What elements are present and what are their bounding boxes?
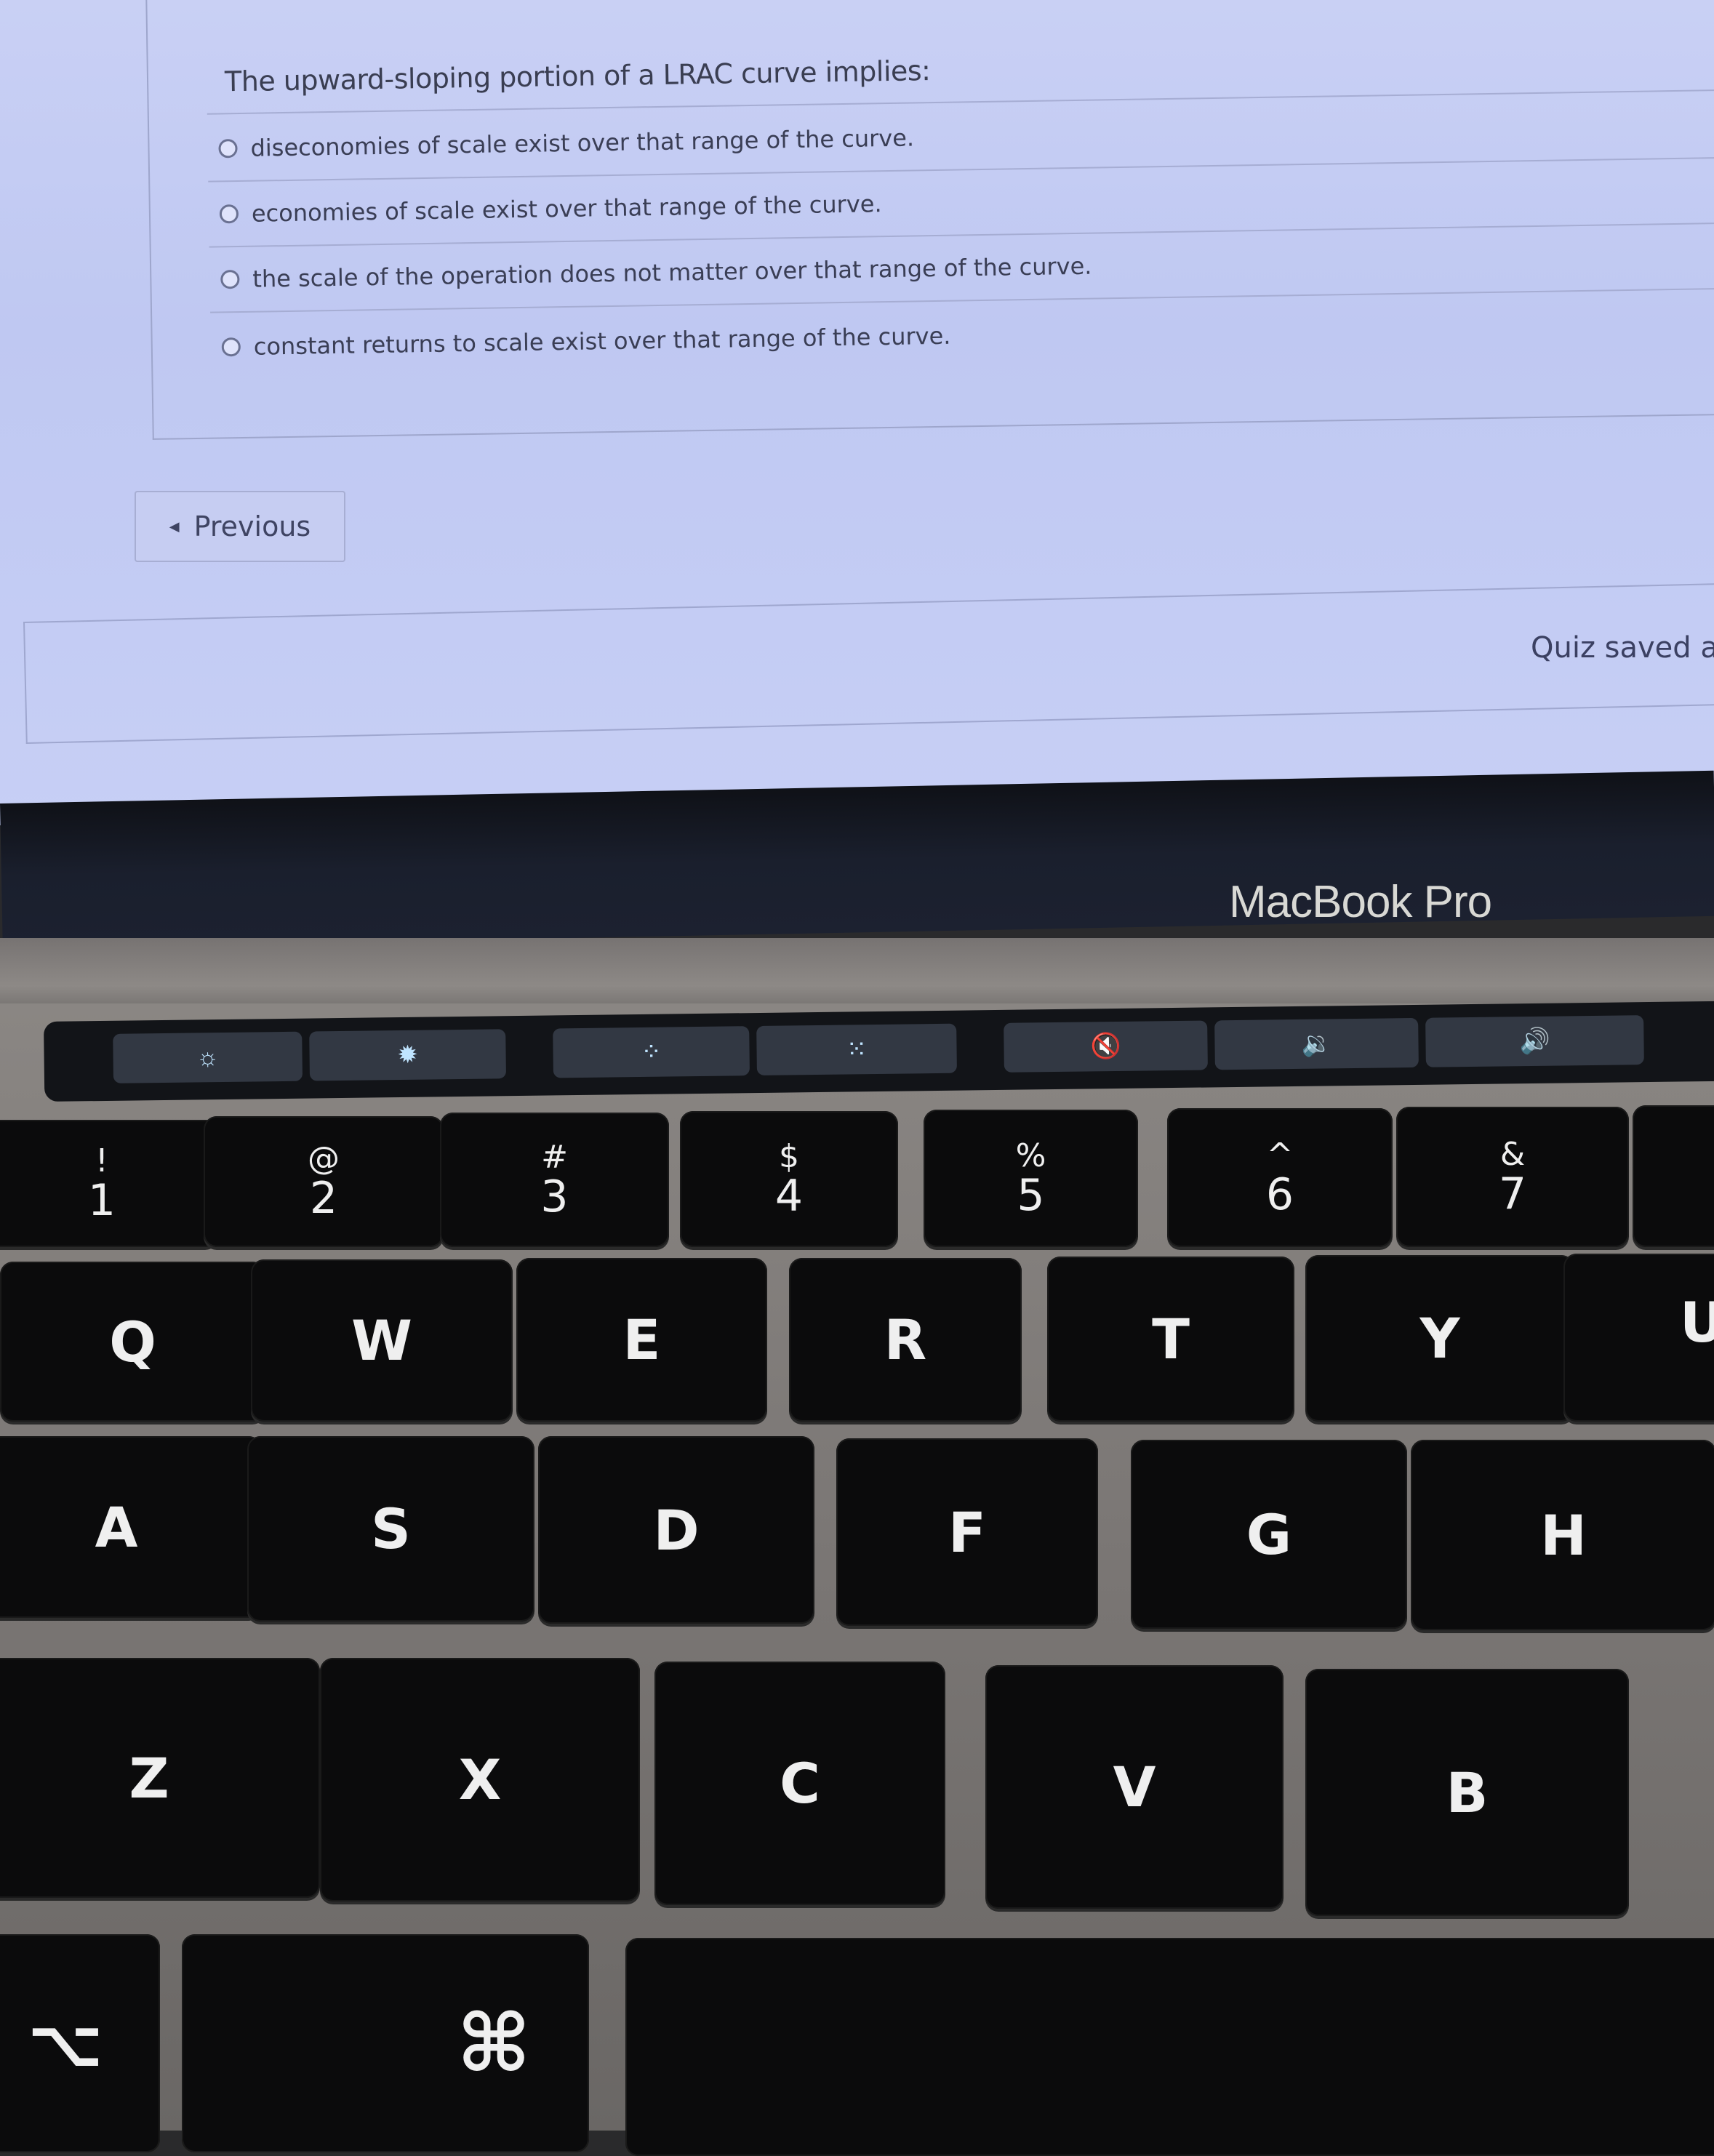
key-u[interactable]: U [1563,1254,1714,1422]
key-g[interactable]: G [1131,1440,1407,1629]
key-shift-symbol: ! [95,1142,108,1179]
answer-option-2[interactable]: economies of scale exist over that range… [219,190,882,228]
key-command[interactable]: ⌘ [182,1934,589,2152]
key-5[interactable]: % 5 [924,1110,1138,1247]
key-y[interactable]: Y [1305,1255,1574,1422]
key-z[interactable]: Z [0,1658,320,1898]
key-letter: W [351,1308,412,1373]
answer-option-4[interactable]: constant returns to scale exist over tha… [221,321,951,361]
key-7[interactable]: & 7 [1396,1107,1629,1247]
key-number: 2 [309,1173,338,1224]
command-icon: ⌘ [456,1997,531,2090]
key-r[interactable]: R [789,1258,1022,1422]
answer-option-label: diseconomies of scale exist over that ra… [250,124,915,162]
key-d[interactable]: D [538,1436,814,1624]
key-letter: H [1540,1502,1587,1568]
key-letter: U [1680,1290,1714,1355]
key-number: 5 [1017,1169,1045,1221]
key-x[interactable]: X [320,1658,640,1901]
key-letter: C [780,1751,820,1816]
key-8[interactable] [1633,1105,1714,1247]
key-space[interactable] [625,1938,1714,2156]
key-e[interactable]: E [516,1258,767,1422]
key-letter: D [653,1497,700,1563]
key-3[interactable]: #3 [440,1113,669,1247]
key-4[interactable]: $4 [680,1111,898,1247]
previous-button[interactable]: ◀ Previous [135,491,345,562]
key-letter: R [884,1307,927,1372]
key-letter: X [458,1747,502,1812]
keyboard-backlight-up-icon[interactable]: ⁙ [756,1023,957,1076]
previous-label: Previous [193,510,311,542]
option-icon: ⌥ [28,2005,103,2082]
volume-down-icon[interactable]: 🔉 [1214,1017,1419,1070]
key-q[interactable]: Q [0,1262,265,1422]
quiz-footer-bar [23,582,1714,744]
quiz-saved-status: Quiz saved a [1531,631,1714,665]
key-shift-symbol: % [1015,1137,1046,1174]
brightness-down-icon[interactable]: ☼ [113,1031,303,1083]
key-letter: E [622,1307,661,1372]
key-number: 6 [1265,1169,1294,1220]
key-f[interactable]: F [836,1438,1098,1626]
divider [210,287,1714,313]
key-number: 3 [540,1171,569,1222]
radio-button[interactable] [219,204,239,224]
key-s[interactable]: S [247,1436,534,1622]
key-t[interactable]: T [1047,1257,1294,1422]
key-letter: Q [109,1309,156,1374]
key-letter: V [1113,1755,1156,1819]
key-shift-symbol: ^ [1266,1136,1294,1174]
answer-option-3[interactable]: the scale of the operation does not matt… [220,252,1092,294]
key-h[interactable]: H [1411,1440,1714,1630]
key-shift-symbol: @ [308,1140,340,1177]
key-letter: B [1446,1760,1489,1825]
key-number: 4 [774,1170,804,1222]
divider [209,222,1714,248]
key-6[interactable]: ^ 6 [1167,1108,1393,1247]
divider [208,156,1714,183]
brightness-up-icon[interactable]: ✹ [309,1029,507,1081]
key-letter: Z [129,1745,169,1811]
key-1[interactable]: ! 1 [0,1120,218,1247]
key-number: 1 [87,1174,116,1226]
key-letter: T [1152,1307,1190,1371]
key-number: 7 [1498,1168,1527,1219]
key-shift-symbol: & [1499,1135,1526,1173]
key-option[interactable]: ⌥ [0,1934,160,2152]
caret-left-icon: ◀ [169,518,180,534]
key-v[interactable]: V [985,1665,1284,1909]
keyboard-backlight-down-icon[interactable]: ⁘ [553,1026,750,1078]
key-shift-symbol: # [541,1138,568,1176]
volume-up-icon[interactable]: 🔊 [1425,1015,1644,1067]
radio-button[interactable] [221,337,241,357]
key-letter: G [1246,1502,1292,1567]
key-b[interactable]: B [1305,1669,1629,1916]
answer-option-label: economies of scale exist over that range… [251,190,882,228]
radio-button[interactable] [218,139,238,159]
question-card: The upward-sloping portion of a LRAC cur… [145,0,1714,440]
question-text: The upward-sloping portion of a LRAC cur… [224,55,931,98]
key-c[interactable]: C [654,1662,945,1905]
answer-option-1[interactable]: diseconomies of scale exist over that ra… [218,124,914,162]
key-w[interactable]: W [251,1259,513,1422]
key-a[interactable]: A [0,1436,262,1618]
key-letter: S [371,1496,411,1561]
key-letter: Y [1419,1306,1460,1371]
key-2[interactable]: @2 [204,1116,444,1247]
key-letter: F [948,1499,986,1565]
answer-option-label: constant returns to scale exist over tha… [253,321,951,361]
key-shift-symbol: $ [779,1137,799,1175]
key-letter: A [95,1494,138,1560]
mute-icon[interactable]: 🔇 [1004,1020,1208,1073]
brand-label: MacBook Pro [1229,877,1492,927]
radio-button[interactable] [220,270,240,289]
answer-option-label: the scale of the operation does not matt… [252,252,1092,293]
laptop-screen: The upward-sloping portion of a LRAC cur… [0,0,1714,825]
